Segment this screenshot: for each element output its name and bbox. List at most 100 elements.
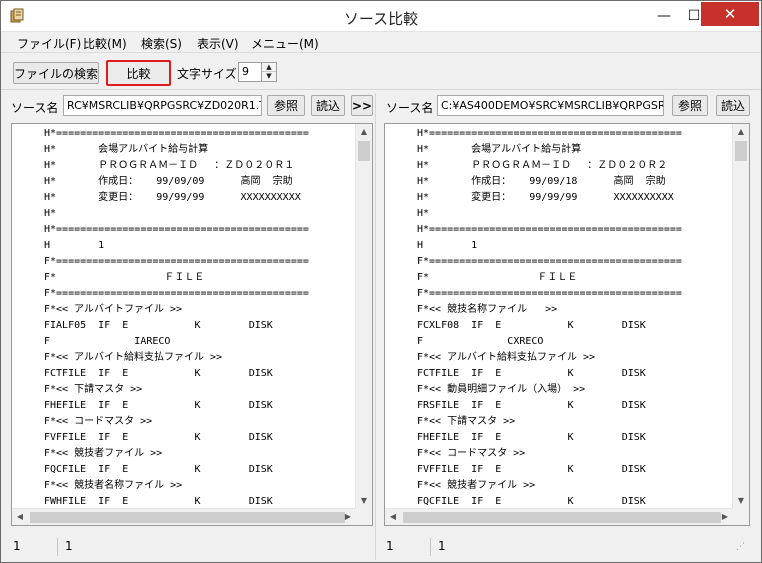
- code-line: H* 作成日： 99/09/09 高岡 宗助: [44, 176, 293, 187]
- right-vertical-scrollbar[interactable]: ▲ ▼: [732, 124, 749, 509]
- code-line: H* ＰＲＯＧＲＡＭ－ＩＤ ：ＺＤ０２０Ｒ２: [417, 160, 668, 171]
- pane-splitter[interactable]: [375, 93, 376, 560]
- code-line: F*======================================…: [417, 288, 682, 299]
- right-status-col: 1: [438, 539, 446, 553]
- scroll-right-icon[interactable]: ▶: [340, 509, 356, 525]
- left-source-label: ソース名: [11, 101, 59, 115]
- toolbar: ファイルの検索 比較 文字サイズ 9 ▲ ▼: [1, 56, 761, 88]
- right-horizontal-thumb[interactable]: [403, 512, 721, 523]
- left-browse-button[interactable]: 参照: [267, 95, 305, 116]
- code-line: H*: [44, 208, 57, 219]
- code-line: F* ＦＩＬＥ: [417, 272, 578, 283]
- menu-search[interactable]: 検索(S): [141, 35, 182, 52]
- code-line: H 1: [44, 240, 105, 251]
- code-line: F*<< 下請マスタ >>: [44, 384, 143, 395]
- right-source-pane: ソース名 C:¥AS400DEMO¥SRC¥MSRCLIB¥QRPGSRC¥ZD…: [380, 93, 756, 560]
- right-vertical-thumb[interactable]: [735, 141, 747, 161]
- code-line: FCTFILE IF E K DISK: [417, 368, 646, 379]
- code-line: H*======================================…: [417, 128, 682, 139]
- code-line: FWHFILE IF E K DISK: [44, 496, 273, 506]
- code-line: F*<< 競技者名称ファイル >>: [44, 480, 183, 491]
- scroll-left-icon[interactable]: ◀: [385, 509, 401, 525]
- spin-down-icon[interactable]: ▼: [262, 72, 276, 81]
- compare-button[interactable]: 比較: [106, 60, 171, 86]
- code-line: FVFFILE IF E K DISK: [417, 464, 646, 475]
- code-line: FHEFILE IF E K DISK: [44, 400, 273, 411]
- code-line: F*<< 動員明細ファイル（入場） >>: [417, 384, 586, 395]
- code-line: H*======================================…: [44, 224, 309, 235]
- code-line: FQCFILE IF E K DISK: [44, 464, 273, 475]
- code-line: F*======================================…: [417, 256, 682, 267]
- code-line: F*======================================…: [44, 288, 309, 299]
- right-browse-button[interactable]: 参照: [672, 95, 708, 116]
- code-line: H*: [417, 208, 430, 219]
- left-vertical-scrollbar[interactable]: ▲ ▼: [355, 124, 372, 509]
- right-status-bar: 1 1 ⋰: [384, 538, 750, 556]
- code-line: F*<< 競技者ファイル >>: [44, 448, 163, 459]
- main-window: ソース比較 — ☐ ✕ ファイル(F) 比較(M) 検索(S) 表示(V) メニ…: [0, 0, 762, 563]
- code-line: F CXRECO JRENAM: [417, 336, 544, 347]
- code-line: F*<< 下請マスタ >>: [417, 416, 516, 427]
- search-files-button[interactable]: ファイルの検索: [13, 62, 99, 84]
- code-line: F* ＦＩＬＥ: [44, 272, 205, 283]
- menu-menu[interactable]: メニュー(M): [251, 35, 319, 52]
- code-line: H* 会場アルバイト給与計算: [44, 144, 209, 155]
- menu-bar: ファイル(F) 比較(M) 検索(S) 表示(V) メニュー(M): [1, 32, 761, 53]
- scroll-down-icon[interactable]: ▼: [356, 493, 372, 509]
- code-line: H* 変更日： 99/99/99 XXXXXXXXXX: [44, 192, 301, 203]
- left-read-button[interactable]: 読込: [311, 95, 345, 116]
- right-status-line: 1: [386, 539, 394, 553]
- font-size-input[interactable]: 9: [238, 62, 262, 82]
- scroll-left-icon[interactable]: ◀: [12, 509, 28, 525]
- menu-file[interactable]: ファイル(F): [17, 35, 81, 52]
- right-code-lines: H*======================================…: [385, 126, 733, 506]
- right-path-input[interactable]: C:¥AS400DEMO¥SRC¥MSRCLIB¥QRPGSRC¥ZD: [437, 95, 664, 116]
- code-line: F*<< アルバイト給料支払ファイル >>: [44, 352, 223, 363]
- spin-up-icon[interactable]: ▲: [262, 63, 276, 72]
- code-line: F*<< コードマスタ >>: [417, 448, 526, 459]
- menu-compare[interactable]: 比較(M): [83, 35, 127, 52]
- right-source-label: ソース名: [386, 101, 434, 115]
- scroll-up-icon[interactable]: ▲: [356, 124, 372, 140]
- close-button[interactable]: ✕: [701, 2, 759, 26]
- code-line: F*<< アルバイト給料支払ファイル >>: [417, 352, 596, 363]
- left-status-col: 1: [65, 539, 73, 553]
- left-vertical-thumb[interactable]: [358, 141, 370, 161]
- left-source-pane: ソース名 RC¥MSRCLIB¥QRPGSRC¥ZD020R1.TXT 参照 読…: [7, 93, 377, 560]
- code-line: H* 変更日： 99/99/99 XXXXXXXXXX: [417, 192, 674, 203]
- scroll-down-icon[interactable]: ▼: [733, 493, 749, 509]
- code-line: F*<< アルバイトファイル >>: [44, 304, 183, 315]
- right-horizontal-scrollbar[interactable]: ◀ ▶: [385, 508, 733, 525]
- left-horizontal-thumb[interactable]: [30, 512, 345, 523]
- status-divider: [430, 538, 431, 556]
- code-line: FCXLF08 IF E K DISK: [417, 320, 646, 331]
- code-line: FCTFILE IF E K DISK: [44, 368, 273, 379]
- menu-view[interactable]: 表示(V): [197, 35, 239, 52]
- left-horizontal-scrollbar[interactable]: ◀ ▶: [12, 508, 356, 525]
- code-line: FVFFILE IF E K DISK: [44, 432, 273, 443]
- right-scroll-corner: [732, 508, 749, 525]
- left-status-line: 1: [13, 539, 21, 553]
- code-line: FIALF05 IF E K DISK: [44, 320, 273, 331]
- code-line: FRSFILE IF E K DISK: [417, 400, 646, 411]
- status-divider: [57, 538, 58, 556]
- font-size-label: 文字サイズ: [177, 67, 237, 81]
- code-line: F IARECO JRENA: [44, 336, 171, 347]
- right-read-button[interactable]: 読込: [716, 95, 750, 116]
- copy-right-button[interactable]: >>: [351, 95, 373, 116]
- scroll-up-icon[interactable]: ▲: [733, 124, 749, 140]
- code-line: H* 作成日： 99/09/18 高岡 宗助: [417, 176, 666, 187]
- left-path-input[interactable]: RC¥MSRCLIB¥QRPGSRC¥ZD020R1.TXT: [63, 95, 262, 116]
- font-size-stepper[interactable]: ▲ ▼: [261, 62, 277, 82]
- right-code-view[interactable]: H*======================================…: [384, 123, 750, 526]
- code-line: H* 会場アルバイト給与計算: [417, 144, 582, 155]
- left-scroll-corner: [355, 508, 372, 525]
- code-line: H*======================================…: [44, 128, 309, 139]
- code-line: FQCFILE IF E K DISK: [417, 496, 646, 506]
- resize-grip-icon[interactable]: ⋰: [736, 542, 746, 552]
- code-line: F*======================================…: [44, 256, 309, 267]
- code-line: F*<< 競技者ファイル >>: [417, 480, 536, 491]
- scroll-right-icon[interactable]: ▶: [717, 509, 733, 525]
- code-line: F*<< コードマスタ >>: [44, 416, 153, 427]
- left-code-view[interactable]: H*======================================…: [11, 123, 373, 526]
